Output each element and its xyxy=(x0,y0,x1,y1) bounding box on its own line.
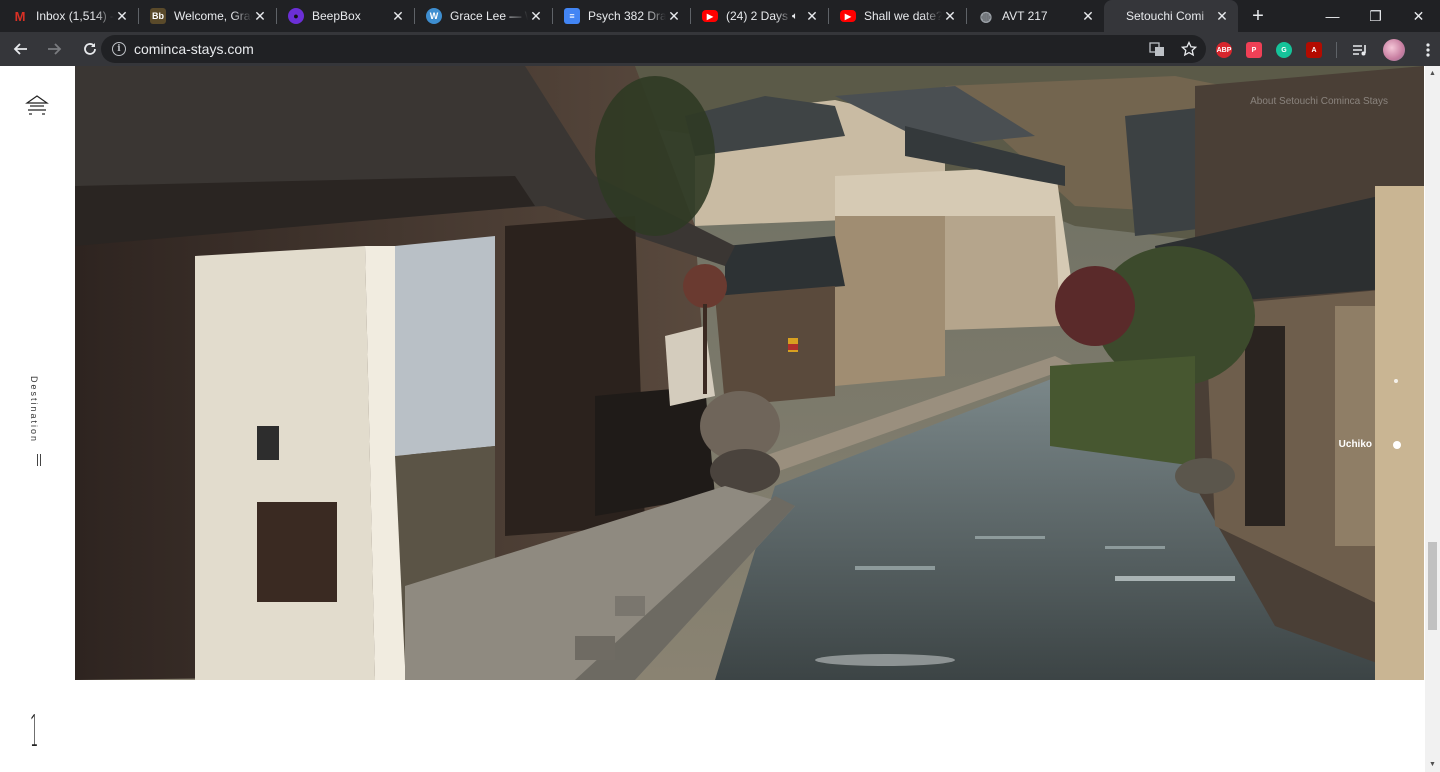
page-scrollbar[interactable]: ▲ ▼ xyxy=(1425,66,1440,772)
blackboard-icon: Bb xyxy=(150,8,166,24)
tab-title: Grace Lee — W xyxy=(450,9,528,23)
nav-divider xyxy=(40,454,41,466)
profile-avatar[interactable] xyxy=(1383,39,1405,61)
bookmark-star-icon[interactable] xyxy=(1180,40,1198,58)
tab-strip: M Inbox (1,514) - ✕ Bb Welcome, Grac ✕ ● BeepBo… xyxy=(0,0,1440,32)
browser-tab[interactable]: M Inbox (1,514) - ✕ xyxy=(0,0,138,32)
close-tab-icon[interactable]: ✕ xyxy=(666,8,682,24)
site-logo[interactable] xyxy=(25,94,49,118)
scroll-up-arrow-icon[interactable]: ▲ xyxy=(1425,66,1440,81)
tab-title: (24) 2 Days xyxy=(726,9,789,23)
omnibox-actions xyxy=(1148,40,1198,58)
extension-list: ABP P G A xyxy=(1216,42,1322,58)
tab-title: Shall we date? xyxy=(864,9,942,23)
restore-button[interactable]: ❐ xyxy=(1354,0,1397,32)
tab-title: Setouchi Comi xyxy=(1125,9,1205,23)
translate-icon[interactable] xyxy=(1148,40,1166,58)
google-docs-icon: ≡ xyxy=(564,8,580,24)
tab-title: Welcome, Grac xyxy=(174,9,252,23)
extensions-area: ABP P G A xyxy=(1216,39,1437,61)
reload-icon xyxy=(84,43,96,55)
active-slide-dot[interactable] xyxy=(1393,441,1401,449)
youtube-icon: ▶ xyxy=(702,10,718,22)
address-url[interactable]: cominca-stays.com xyxy=(134,41,254,57)
about-link[interactable]: About Setouchi Cominca Stays xyxy=(1250,96,1388,107)
scrollbar-thumb[interactable] xyxy=(1428,542,1437,630)
tab-title: Psych 382 Draf xyxy=(588,9,666,23)
speaker-icon[interactable]: 🔈︎ xyxy=(792,11,798,22)
page-content: Destination 1 About Setouchi Cominca Sta… xyxy=(0,66,1440,772)
close-tab-icon[interactable]: ✕ xyxy=(1080,8,1096,24)
browser-tab[interactable]: ▶ (24) 2 Days 🔈︎ ✕ xyxy=(690,0,828,32)
hero-image: About Setouchi Cominca Stays Uchiko xyxy=(75,66,1424,680)
tab-title: BeepBox xyxy=(312,9,361,23)
browser-tab[interactable]: Bb Welcome, Grac ✕ xyxy=(138,0,276,32)
globe-icon: ◍ xyxy=(979,7,993,24)
active-destination-label[interactable]: Uchiko xyxy=(1339,439,1372,450)
wordpress-icon: W xyxy=(426,8,442,24)
browser-menu-icon[interactable] xyxy=(1419,41,1437,59)
slide-dot[interactable] xyxy=(1394,379,1398,383)
close-tab-icon[interactable]: ✕ xyxy=(252,8,268,24)
nav-divider xyxy=(37,454,38,466)
close-tab-icon[interactable]: ✕ xyxy=(528,8,544,24)
address-bar[interactable]: i cominca-stays.com xyxy=(101,35,1206,63)
close-window-button[interactable]: ✕ xyxy=(1397,0,1440,32)
forward-button[interactable] xyxy=(40,34,70,64)
tab-list: M Inbox (1,514) - ✕ Bb Welcome, Grac ✕ ● BeepBo… xyxy=(0,0,1238,32)
gmail-icon: M xyxy=(14,8,26,24)
toolbar-divider xyxy=(1336,42,1337,58)
browser-tab[interactable]: ◍ AVT 217 ✕ xyxy=(966,0,1104,32)
browser-tab[interactable]: ▶ Shall we date? ✕ xyxy=(828,0,966,32)
close-tab-icon[interactable]: ✕ xyxy=(1214,8,1230,24)
minimize-button[interactable]: — xyxy=(1311,0,1354,32)
tab-title: Inbox (1,514) - xyxy=(36,9,114,23)
browser-tab[interactable]: Setouchi Comi ✕ xyxy=(1104,0,1238,32)
destination-nav-label[interactable]: Destination xyxy=(29,376,39,443)
site-info-icon[interactable]: i xyxy=(112,42,126,56)
media-control-icon[interactable] xyxy=(1351,41,1369,59)
window-controls: — ❐ ✕ xyxy=(1311,0,1440,32)
close-tab-icon[interactable]: ✕ xyxy=(804,8,820,24)
new-tab-button[interactable]: + xyxy=(1244,2,1272,30)
hero-street-photo xyxy=(75,66,1424,680)
pocket-icon[interactable]: P xyxy=(1246,42,1262,58)
browser-tab[interactable]: ● BeepBox ✕ xyxy=(276,0,414,32)
adblock-plus-icon[interactable]: ABP xyxy=(1216,42,1232,58)
beepbox-icon: ● xyxy=(288,8,304,24)
pdf-icon[interactable]: A xyxy=(1306,42,1322,58)
browser-tab[interactable]: ≡ Psych 382 Draf ✕ xyxy=(552,0,690,32)
scroll-down-arrow-icon[interactable]: ▼ xyxy=(1425,757,1440,772)
grammarly-icon[interactable]: G xyxy=(1276,42,1292,58)
browser-toolbar: i cominca-stays.com ABP P G A xyxy=(0,32,1440,66)
house-logo-icon xyxy=(25,95,49,115)
back-arrow-icon xyxy=(13,43,27,55)
close-tab-icon[interactable]: ✕ xyxy=(114,8,130,24)
close-tab-icon[interactable]: ✕ xyxy=(390,8,406,24)
slide-number: 1 xyxy=(30,706,39,757)
forward-arrow-icon xyxy=(48,43,62,55)
tab-title: AVT 217 xyxy=(1002,9,1048,23)
browser-tab[interactable]: W Grace Lee — W ✕ xyxy=(414,0,552,32)
close-tab-icon[interactable]: ✕ xyxy=(942,8,958,24)
back-button[interactable] xyxy=(5,34,35,64)
youtube-icon: ▶ xyxy=(840,10,856,22)
